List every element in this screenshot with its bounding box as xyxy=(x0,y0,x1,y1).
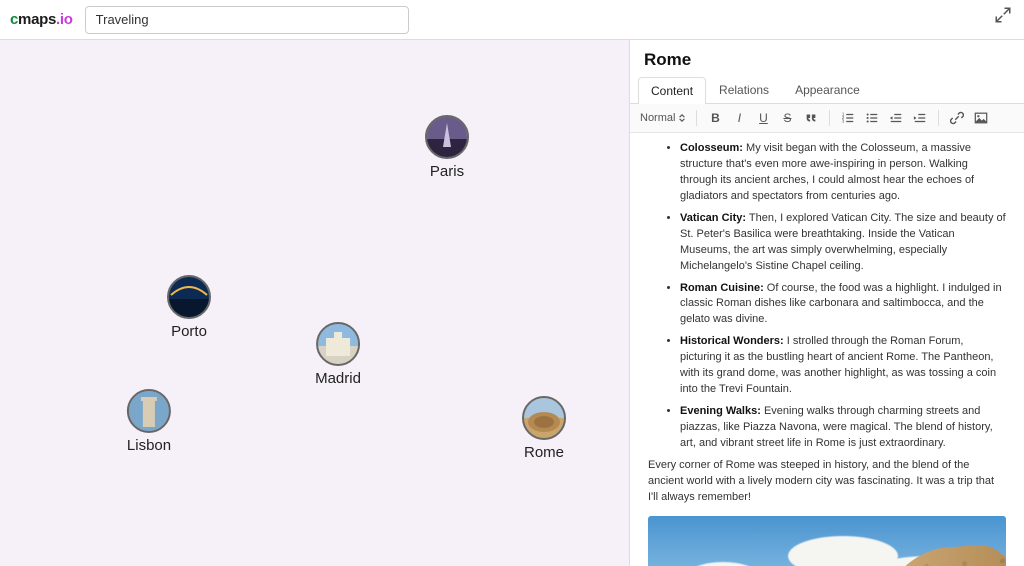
details-panel: Rome Content Relations Appearance Normal… xyxy=(629,40,1024,566)
list-item: Historical Wonders: I strolled through t… xyxy=(680,334,1006,398)
editor-toolbar: Normal B I U S 123 xyxy=(630,104,1024,133)
list-ordered-icon[interactable]: 123 xyxy=(840,110,856,126)
quote-icon[interactable] xyxy=(803,110,819,126)
node-label: Porto xyxy=(167,323,211,340)
chevron-updown-icon xyxy=(678,114,686,122)
node-paris[interactable]: Paris xyxy=(425,115,469,180)
list-item: Vatican City: Then, I explored Vatican C… xyxy=(680,211,1006,275)
list-item: Evening Walks: Evening walks through cha… xyxy=(680,404,1006,452)
indent-icon[interactable] xyxy=(912,110,928,126)
node-rome[interactable]: Rome xyxy=(522,396,566,461)
list-bullet-icon[interactable] xyxy=(864,110,880,126)
link-icon[interactable] xyxy=(949,110,965,126)
list-item: Colosseum: My visit began with the Colos… xyxy=(680,141,1006,205)
tab-appearance[interactable]: Appearance xyxy=(782,76,873,103)
underline-icon[interactable]: U xyxy=(755,110,771,126)
outdent-icon[interactable] xyxy=(888,110,904,126)
editor-body[interactable]: Colosseum: My visit began with the Colos… xyxy=(630,133,1024,566)
content-image xyxy=(648,516,1006,566)
strike-icon[interactable]: S xyxy=(779,110,795,126)
closing-paragraph: Every corner of Rome was steeped in hist… xyxy=(648,458,1006,506)
node-madrid[interactable]: Madrid xyxy=(315,322,361,387)
image-icon[interactable] xyxy=(973,110,989,126)
svg-text:3: 3 xyxy=(842,118,845,123)
node-avatar xyxy=(167,275,211,319)
node-avatar xyxy=(127,389,171,433)
node-lisbon[interactable]: Lisbon xyxy=(127,389,171,454)
node-label: Rome xyxy=(522,444,566,461)
node-label: Madrid xyxy=(315,370,361,387)
node-label: Paris xyxy=(425,163,469,180)
format-select[interactable]: Normal xyxy=(640,112,686,124)
map-title-input[interactable] xyxy=(85,6,409,34)
edges-layer xyxy=(0,40,300,190)
italic-icon[interactable]: I xyxy=(731,110,747,126)
list-item: Roman Cuisine: Of course, the food was a… xyxy=(680,281,1006,329)
top-bar: cmaps.io xyxy=(0,0,1024,40)
expand-icon[interactable] xyxy=(994,6,1014,26)
panel-tabs: Content Relations Appearance xyxy=(630,76,1024,104)
node-avatar xyxy=(425,115,469,159)
map-canvas[interactable]: Paris Porto Madrid Lisbon Rome xyxy=(0,40,629,566)
node-label: Lisbon xyxy=(127,437,171,454)
node-avatar xyxy=(522,396,566,440)
brand-logo[interactable]: cmaps.io xyxy=(10,11,73,28)
tab-relations[interactable]: Relations xyxy=(706,76,782,103)
node-porto[interactable]: Porto xyxy=(167,275,211,340)
format-label: Normal xyxy=(640,112,675,124)
tab-content[interactable]: Content xyxy=(638,77,706,104)
node-avatar xyxy=(316,322,360,366)
panel-title: Rome xyxy=(644,50,691,70)
bold-icon[interactable]: B xyxy=(707,110,723,126)
content-list: Colosseum: My visit began with the Colos… xyxy=(648,141,1006,452)
